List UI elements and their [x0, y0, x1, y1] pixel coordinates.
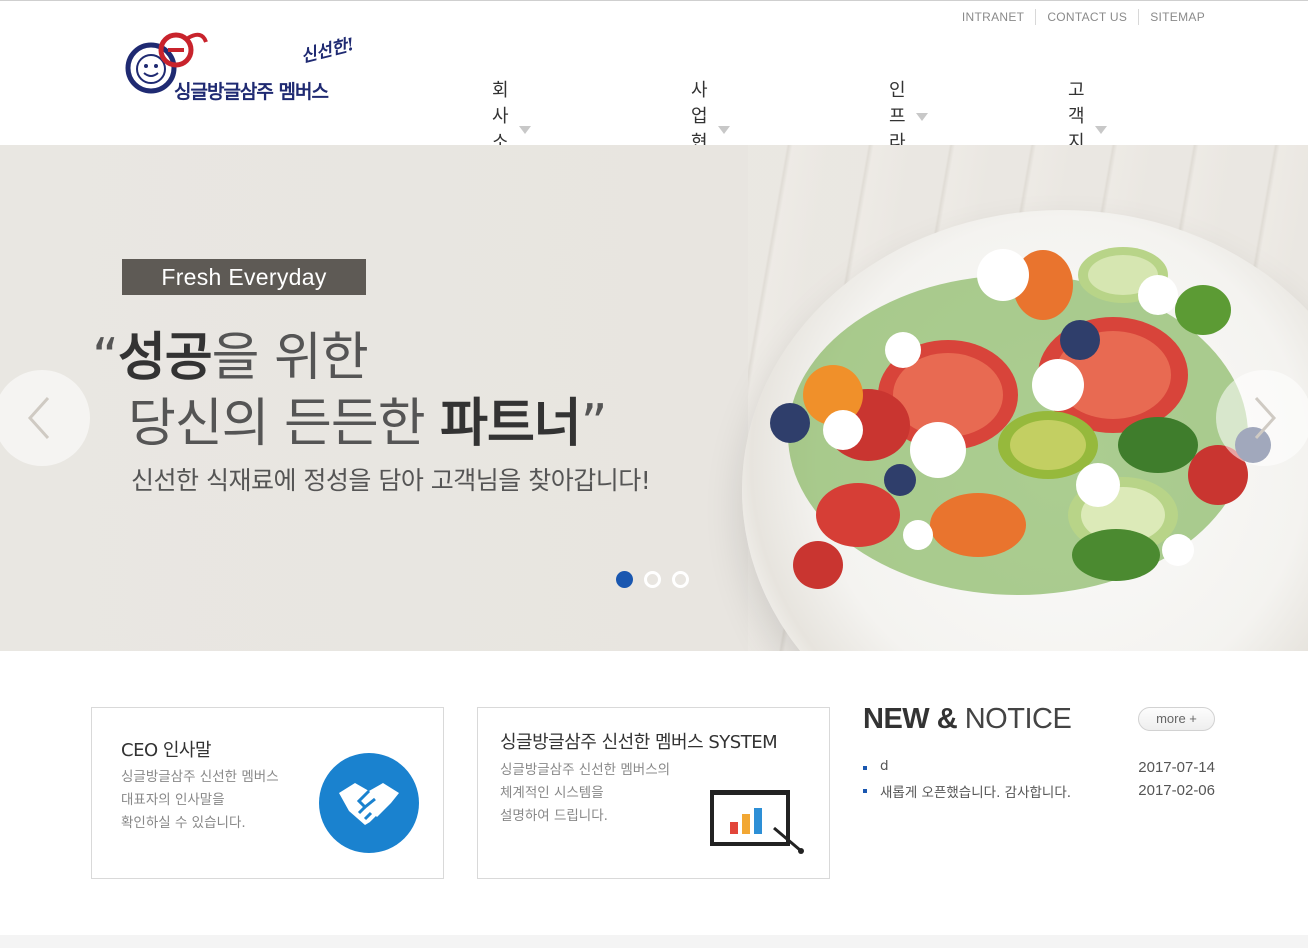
notice-more-button[interactable]: more + [1138, 707, 1215, 731]
notice-item-link[interactable]: 새롭게 오픈했습니다. 감사합니다. [880, 781, 1071, 801]
logo-slogan: 신선한! [298, 34, 357, 68]
system-card[interactable]: 싱글방글삼주 신선한 멤버스 SYSTEM 싱글방글삼주 신선한 멤버스의 체계… [477, 707, 830, 879]
presentation-chart-icon [708, 778, 808, 862]
notice-list: d 2017-07-14 새롭게 오픈했습니다. 감사합니다. 2017-02-… [863, 758, 1215, 804]
nav-label: 인프라 [889, 80, 906, 153]
chevron-right-icon [1254, 396, 1277, 440]
footer-strip [0, 935, 1308, 948]
nav-item-infra[interactable]: 인프라 [889, 76, 928, 154]
intranet-link[interactable]: INTRANET [951, 10, 1035, 24]
notice-item-date: 2017-07-14 [1138, 759, 1215, 776]
hero-subline: 신선한 식재료에 정성을 담아 고객님을 찾아갑니다! [131, 466, 651, 495]
caret-down-icon [717, 126, 730, 134]
site-logo[interactable]: 신선한! 싱글방글삼주 멤버스 [124, 28, 374, 108]
card-title: 싱글방글삼주 신선한 멤버스 SYSTEM [500, 732, 778, 753]
contact-us-link[interactable]: CONTACT US [1036, 10, 1138, 24]
slider-next-button[interactable] [1216, 370, 1308, 466]
bullet-icon [863, 789, 867, 793]
chevron-left-icon [27, 396, 50, 440]
slider-pagination [616, 571, 700, 588]
sitemap-link[interactable]: SITEMAP [1139, 10, 1216, 24]
slider-dot-1[interactable] [616, 571, 633, 588]
notice-item-link[interactable]: d [880, 758, 889, 774]
caret-down-icon [915, 113, 928, 121]
top-border-line [0, 0, 1308, 1]
notice-item: 새롭게 오픈했습니다. 감사합니다. 2017-02-06 [863, 781, 1215, 804]
handshake-icon [319, 753, 419, 853]
caret-down-icon [1094, 126, 1107, 134]
caret-down-icon [518, 126, 531, 134]
hero-slider: Fresh Everyday “성공을 위한 당신의 든든한 파트너” 신선한 … [0, 145, 1308, 651]
card-description: 싱글방글삼주 신선한 멤버스의 체계적인 시스템을 설명하여 드립니다. [500, 762, 671, 824]
bullet-icon [863, 766, 867, 770]
slider-dot-2[interactable] [644, 571, 661, 588]
notice-item-date: 2017-02-06 [1138, 782, 1215, 799]
ceo-greeting-card[interactable]: CEO 인사말 싱글방글삼주 신선한 멤버스 대표자의 인사말을 확인하실 수 … [91, 707, 444, 879]
card-title: CEO 인사말 [121, 740, 212, 761]
notice-title: NEW & NOTICE [863, 703, 1072, 735]
logo-name: 싱글방글삼주 멤버스 [174, 81, 329, 103]
hero-headline-line1: “성공을 위한 [92, 328, 369, 388]
slider-prev-button[interactable] [0, 370, 90, 466]
card-description: 싱글방글삼주 신선한 멤버스 대표자의 인사말을 확인하실 수 있습니다. [121, 769, 279, 831]
utility-links: INTRANET CONTACT US SITEMAP [951, 9, 1216, 25]
hero-badge: Fresh Everyday [122, 259, 366, 295]
slider-dot-3[interactable] [672, 571, 689, 588]
notice-item: d 2017-07-14 [863, 758, 1215, 781]
hero-headline-line2: 당신의 든든한 파트너” [128, 394, 608, 454]
